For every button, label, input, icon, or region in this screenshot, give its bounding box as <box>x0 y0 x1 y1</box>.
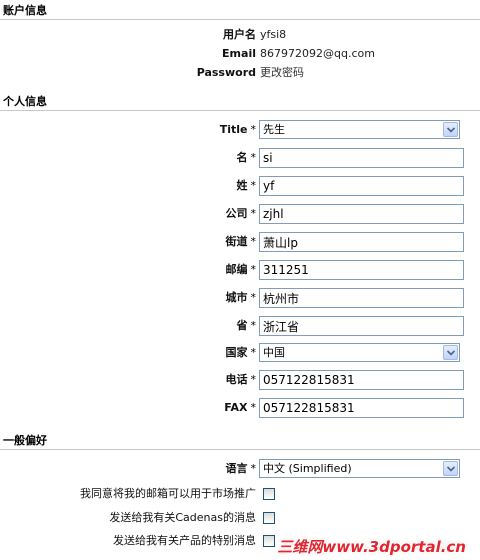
password-label: Password <box>196 66 256 79</box>
fax-label: FAX * <box>224 401 256 414</box>
chevron-down-icon[interactable] <box>443 122 458 137</box>
special-offers-label: 发送给我有关产品的特别消息 <box>113 534 256 547</box>
province-label: 省 * <box>236 319 257 332</box>
row-fax: FAX * <box>0 397 480 419</box>
marketing-consent-checkbox[interactable] <box>263 488 275 500</box>
special-offers-checkbox[interactable] <box>263 535 275 547</box>
phone-label: 电话 * <box>225 373 257 386</box>
zip-label: 邮编 * <box>225 263 257 276</box>
row-city: 城市 * <box>0 287 480 309</box>
chevron-down-icon[interactable] <box>443 345 458 360</box>
first-name-input[interactable] <box>259 148 464 168</box>
marketing-consent-label: 我同意将我的邮箱可以用于市场推广 <box>80 487 256 500</box>
first-name-label: 名 * <box>236 151 257 164</box>
fax-input[interactable] <box>259 398 464 418</box>
row-password: Password 更改密码 <box>0 62 480 84</box>
zip-input[interactable] <box>259 260 464 280</box>
cadenas-news-label: 发送给我有关Cadenas的消息 <box>109 511 256 524</box>
province-input[interactable] <box>259 316 464 336</box>
language-label: 语言 * <box>225 462 257 475</box>
title-select-value: 先生 <box>263 123 285 136</box>
country-label: 国家 * <box>225 346 257 359</box>
row-title: Title * 先生 <box>0 119 480 141</box>
section-header-personal: 个人信息 <box>0 93 480 111</box>
title-label: Title * <box>219 123 256 136</box>
row-zip: 邮编 * <box>0 259 480 281</box>
row-marketing-consent: 我同意将我的邮箱可以用于市场推广 <box>0 483 480 505</box>
last-name-input[interactable] <box>259 176 464 196</box>
language-select-value: 中文 (Simplified) <box>263 462 352 475</box>
section-header-preferences: 一般偏好 <box>0 432 480 450</box>
street-label: 街道 * <box>225 235 257 248</box>
country-select[interactable]: 中国 <box>259 343 460 362</box>
row-last-name: 姓 * <box>0 175 480 197</box>
row-first-name: 名 * <box>0 147 480 169</box>
company-label: 公司 * <box>225 207 257 220</box>
cadenas-news-checkbox[interactable] <box>263 512 275 524</box>
row-province: 省 * <box>0 315 480 337</box>
title-select[interactable]: 先生 <box>259 120 460 139</box>
company-input[interactable] <box>259 204 464 224</box>
row-street: 街道 * <box>0 231 480 253</box>
row-country: 国家 * 中国 <box>0 342 480 364</box>
row-cadenas-news: 发送给我有关Cadenas的消息 <box>0 507 480 529</box>
row-company: 公司 * <box>0 203 480 225</box>
street-input[interactable] <box>259 232 464 252</box>
city-label: 城市 * <box>225 291 257 304</box>
language-select[interactable]: 中文 (Simplified) <box>259 459 460 478</box>
last-name-label: 姓 * <box>236 179 257 192</box>
row-phone: 电话 * <box>0 369 480 391</box>
city-input[interactable] <box>259 288 464 308</box>
phone-input[interactable] <box>259 370 464 390</box>
site-watermark: 三维网www.3dportal.cn <box>277 538 466 556</box>
row-language: 语言 * 中文 (Simplified) <box>0 458 480 480</box>
section-header-account: 账户信息 <box>0 2 480 20</box>
chevron-down-icon[interactable] <box>443 461 458 476</box>
country-select-value: 中国 <box>263 346 285 359</box>
change-password-link[interactable]: 更改密码 <box>260 62 304 84</box>
